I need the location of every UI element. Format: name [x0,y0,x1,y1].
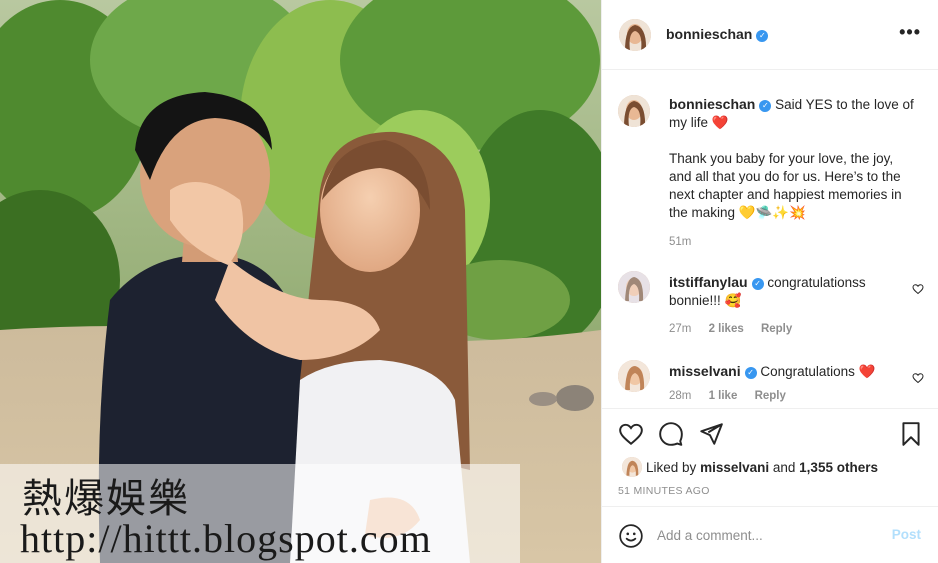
comment-time[interactable]: 27m [669,323,691,335]
more-horizontal-icon[interactable]: ••• [899,22,921,43]
post-side-panel: bonnieschan ✓ ••• bonnieschan ✓ Said YES t… [601,0,938,563]
liked-by-summary: Liked by misselvani and 1,355 others [622,457,878,477]
liked-by-and: and [772,460,796,475]
caption-avatar[interactable] [618,95,650,127]
caption-username[interactable]: bonnieschan [669,96,755,112]
like-heart-icon[interactable] [618,421,644,447]
liked-by-others[interactable]: 1,355 others [799,460,878,475]
liked-by-user[interactable]: misselvani [700,460,769,475]
liker-avatar[interactable] [622,457,642,477]
comment-item: misselvani ✓ Congratulations ❤️ 28m 1 lik… [618,360,928,407]
red-heart-emoji: ❤️ [711,115,729,130]
post-header: bonnieschan ✓ ••• [602,0,938,70]
verified-badge-icon: ✓ [759,100,772,112]
add-comment-bar: Post [602,506,938,563]
verified-badge-icon: ✓ [744,367,757,379]
comments-list[interactable]: bonnieschan ✓ Said YES to the love of my … [602,71,938,407]
comment-likes[interactable]: 1 like [709,390,738,402]
comment-likes[interactable]: 2 likes [709,323,744,335]
save-bookmark-icon[interactable] [898,421,924,447]
commenter-username[interactable]: itstiffanylau [669,274,748,290]
post-comment-button[interactable]: Post [892,527,921,542]
author-username[interactable]: bonnieschan [666,26,752,42]
red-heart-emoji: ❤️ [858,364,876,379]
like-comment-heart-icon[interactable] [912,283,924,295]
post-actions: Liked by misselvani and 1,355 others 51 … [602,408,938,506]
caption-time[interactable]: 51m [669,236,691,248]
watermark-url: http://hittt.blogspot.com [20,516,432,561]
comment-time[interactable]: 28m [669,390,691,402]
caption-item: bonnieschan ✓ Said YES to the love of my … [618,95,928,255]
comment-meta: 28m 1 like Reply [669,390,800,402]
comment-text: misselvani ✓ Congratulations ❤️ [669,362,914,381]
caption-meta: 51m [669,236,705,248]
comment-item: itstiffanylau ✓ congratulationss bonnie!!… [618,271,928,351]
author-name-row: bonnieschan ✓ [666,26,769,44]
author-avatar[interactable] [619,19,651,51]
comment-bubble-icon[interactable] [658,421,684,447]
comment-body: Congratulations [760,364,855,379]
share-direct-icon[interactable] [698,421,724,447]
commenter-username[interactable]: misselvani [669,363,741,379]
liked-by-prefix: Liked by [646,460,697,475]
comment-text: itstiffanylau ✓ congratulationss bonnie!!… [669,273,914,310]
caption-text: bonnieschan ✓ Said YES to the love of my … [669,95,914,222]
caption-emojis: 💛🛸✨💥 [738,205,807,220]
comment-input[interactable] [657,523,877,547]
reply-button[interactable]: Reply [755,390,786,402]
smiling-hearts-emoji: 🥰 [724,293,742,308]
verified-badge-icon: ✓ [756,30,769,42]
post-timestamp[interactable]: 51 MINUTES AGO [618,485,710,497]
like-comment-heart-icon[interactable] [912,372,924,384]
emoji-smiley-icon[interactable] [618,523,644,549]
post-photo[interactable]: 熱爆娛樂 http://hittt.blogspot.com [0,0,601,563]
reply-button[interactable]: Reply [761,323,792,335]
commenter-avatar[interactable] [618,271,650,303]
commenter-avatar[interactable] [618,360,650,392]
verified-badge-icon: ✓ [751,278,764,290]
comment-meta: 27m 2 likes Reply [669,323,806,335]
